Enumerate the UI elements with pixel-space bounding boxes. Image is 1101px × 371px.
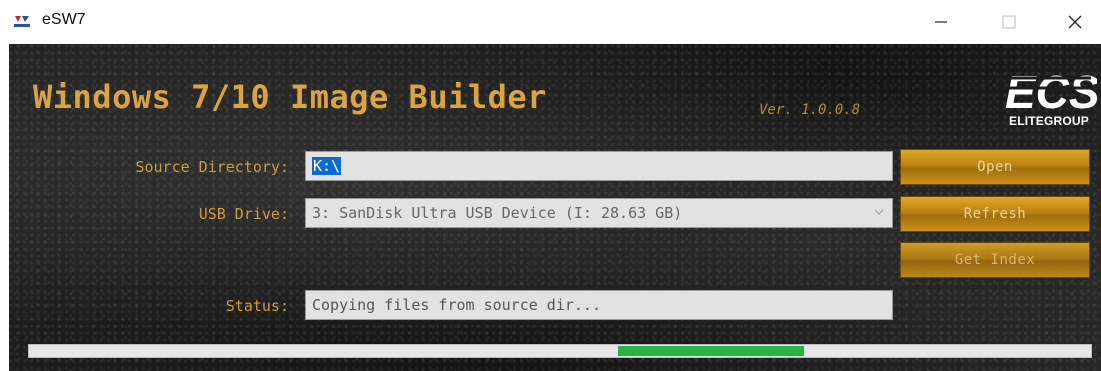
status-label: Status: xyxy=(225,297,289,315)
logo-mark: ECS xyxy=(1005,66,1097,118)
usb-drive-value: 3: SanDisk Ultra USB Device (I: 28.63 GB… xyxy=(312,204,683,222)
maximize-icon xyxy=(1002,15,1016,29)
app-icon xyxy=(12,14,32,30)
source-directory-value: K:\ xyxy=(312,157,342,175)
close-icon xyxy=(1068,15,1082,29)
status-value: Copying files from source dir... xyxy=(312,296,601,314)
maximize-button[interactable] xyxy=(986,0,1032,44)
open-button[interactable]: Open xyxy=(900,149,1090,185)
refresh-button[interactable]: Refresh xyxy=(900,196,1090,232)
main-panel: Windows 7/10 Image Builder Ver. 1.0.0.8 … xyxy=(9,44,1101,371)
window-title: eSW7 xyxy=(42,11,86,28)
source-directory-label: Source Directory: xyxy=(135,158,289,176)
minimize-icon xyxy=(935,21,947,23)
app-window: eSW7 Windows 7/10 Image Builder Ver. 1.0… xyxy=(0,0,1101,371)
version-label: Ver. 1.0.0.8 xyxy=(759,102,861,118)
status-field: Copying files from source dir... xyxy=(305,290,893,320)
usb-drive-select[interactable]: 3: SanDisk Ultra USB Device (I: 28.63 GB… xyxy=(305,198,893,228)
progress-fill xyxy=(618,346,804,356)
usb-drive-label: USB Drive: xyxy=(198,205,289,223)
minimize-button[interactable] xyxy=(918,0,964,44)
close-button[interactable] xyxy=(1052,0,1098,44)
source-directory-input[interactable]: K:\ xyxy=(305,151,893,181)
progress-bar xyxy=(28,344,1092,358)
get-index-button[interactable]: Get Index xyxy=(900,242,1090,278)
chevron-down-icon xyxy=(874,209,884,215)
page-title: Windows 7/10 Image Builder xyxy=(33,78,547,116)
logo-text: ELITEGROUP xyxy=(1009,114,1090,128)
title-bar[interactable]: eSW7 xyxy=(0,0,1101,44)
